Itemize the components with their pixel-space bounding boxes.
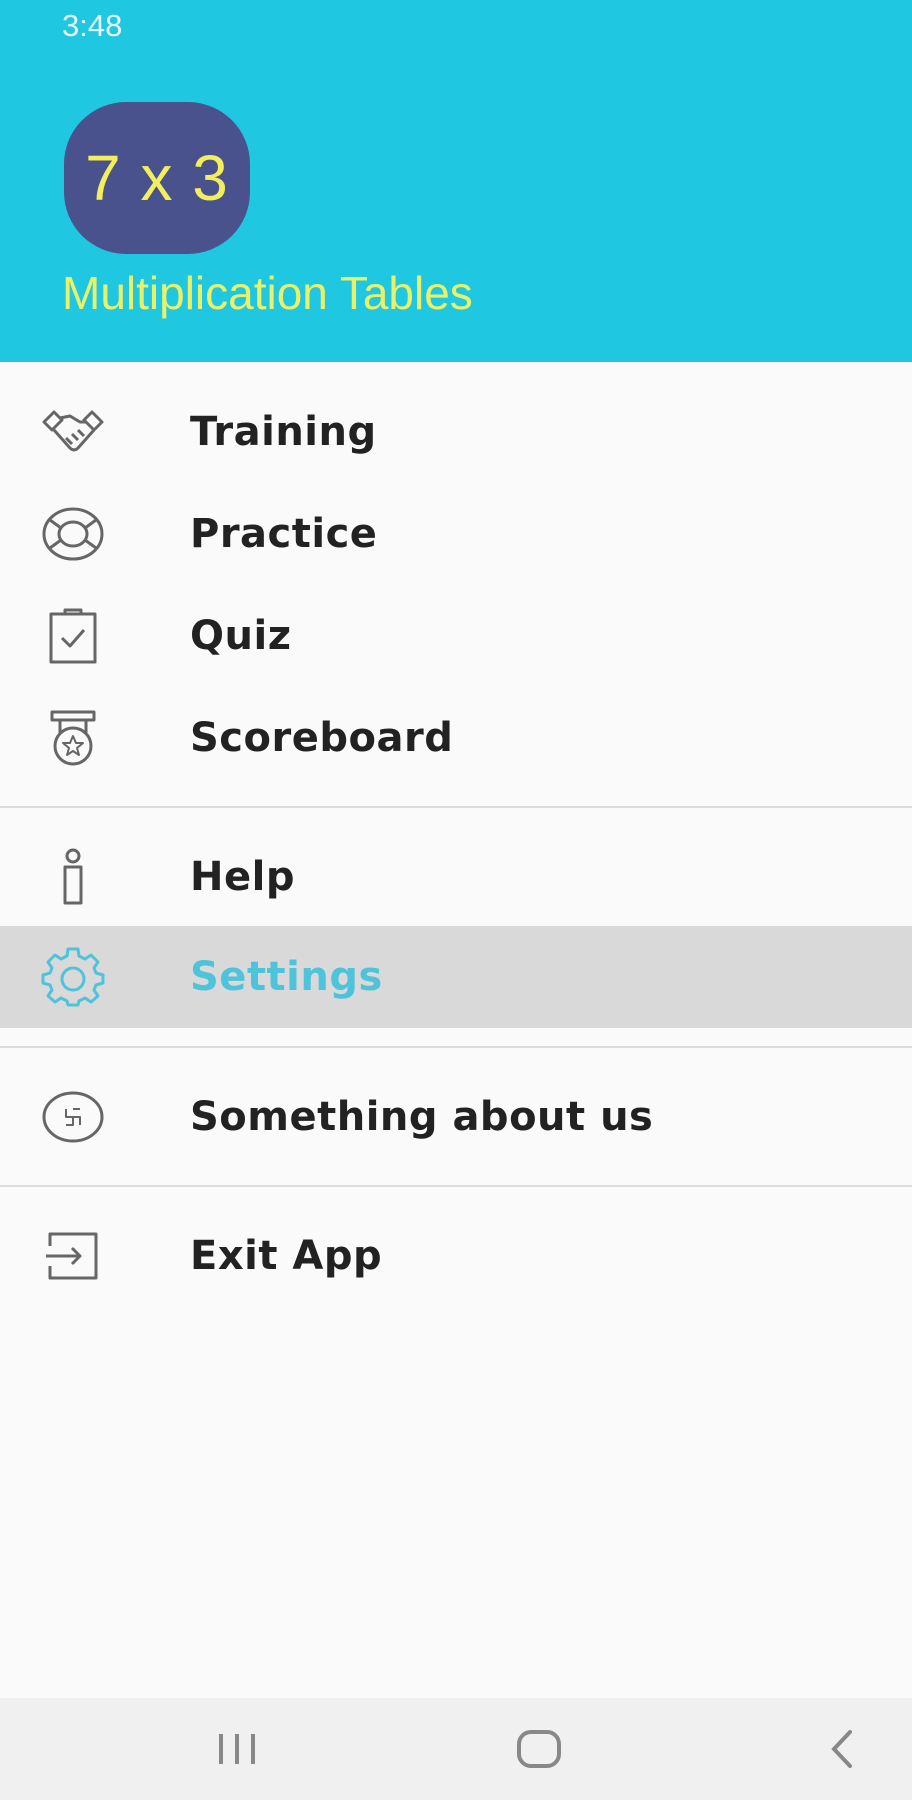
menu-item-quiz[interactable]: Quiz bbox=[0, 585, 912, 687]
about-us-icon bbox=[40, 1087, 106, 1147]
menu-divider bbox=[0, 1185, 912, 1187]
app-logo-text: 7 x 3 bbox=[85, 142, 229, 214]
status-time: 3:48 bbox=[62, 8, 123, 43]
recent-apps-icon[interactable] bbox=[202, 1722, 272, 1776]
back-icon[interactable] bbox=[806, 1722, 876, 1776]
menu-label-training: Training bbox=[190, 409, 377, 455]
menu-label-scoreboard: Scoreboard bbox=[190, 715, 454, 761]
info-icon bbox=[40, 847, 106, 907]
menu-item-exit-app[interactable]: Exit App bbox=[0, 1205, 912, 1307]
gear-icon bbox=[40, 947, 106, 1007]
menu-item-settings[interactable]: Settings bbox=[0, 926, 912, 1028]
menu-label-about-us: Something about us bbox=[190, 1094, 654, 1140]
menu-divider bbox=[0, 806, 912, 808]
menu-label-help: Help bbox=[190, 854, 295, 900]
menu-label-practice: Practice bbox=[190, 511, 378, 557]
drawer-header: 3:48 7 x 3 Multiplication Tables bbox=[0, 0, 912, 362]
lifebuoy-icon bbox=[40, 504, 106, 564]
home-icon[interactable] bbox=[504, 1722, 574, 1776]
exit-icon bbox=[40, 1226, 106, 1286]
menu-divider bbox=[0, 1046, 912, 1048]
clipboard-check-icon bbox=[40, 606, 106, 666]
menu-label-exit-app: Exit App bbox=[190, 1233, 383, 1279]
menu-item-practice[interactable]: Practice bbox=[0, 483, 912, 585]
menu-label-settings: Settings bbox=[190, 954, 383, 1000]
handshake-icon bbox=[40, 402, 106, 462]
medal-icon bbox=[40, 708, 106, 768]
menu-item-help[interactable]: Help bbox=[0, 826, 912, 928]
app-title: Multiplication Tables bbox=[62, 267, 473, 319]
system-nav-bar bbox=[0, 1698, 912, 1800]
app-logo: 7 x 3 bbox=[64, 102, 250, 254]
menu-item-training[interactable]: Training bbox=[0, 381, 912, 483]
menu-item-about-us[interactable]: Something about us bbox=[0, 1066, 912, 1168]
menu-item-scoreboard[interactable]: Scoreboard bbox=[0, 687, 912, 789]
menu-label-quiz: Quiz bbox=[190, 613, 292, 659]
